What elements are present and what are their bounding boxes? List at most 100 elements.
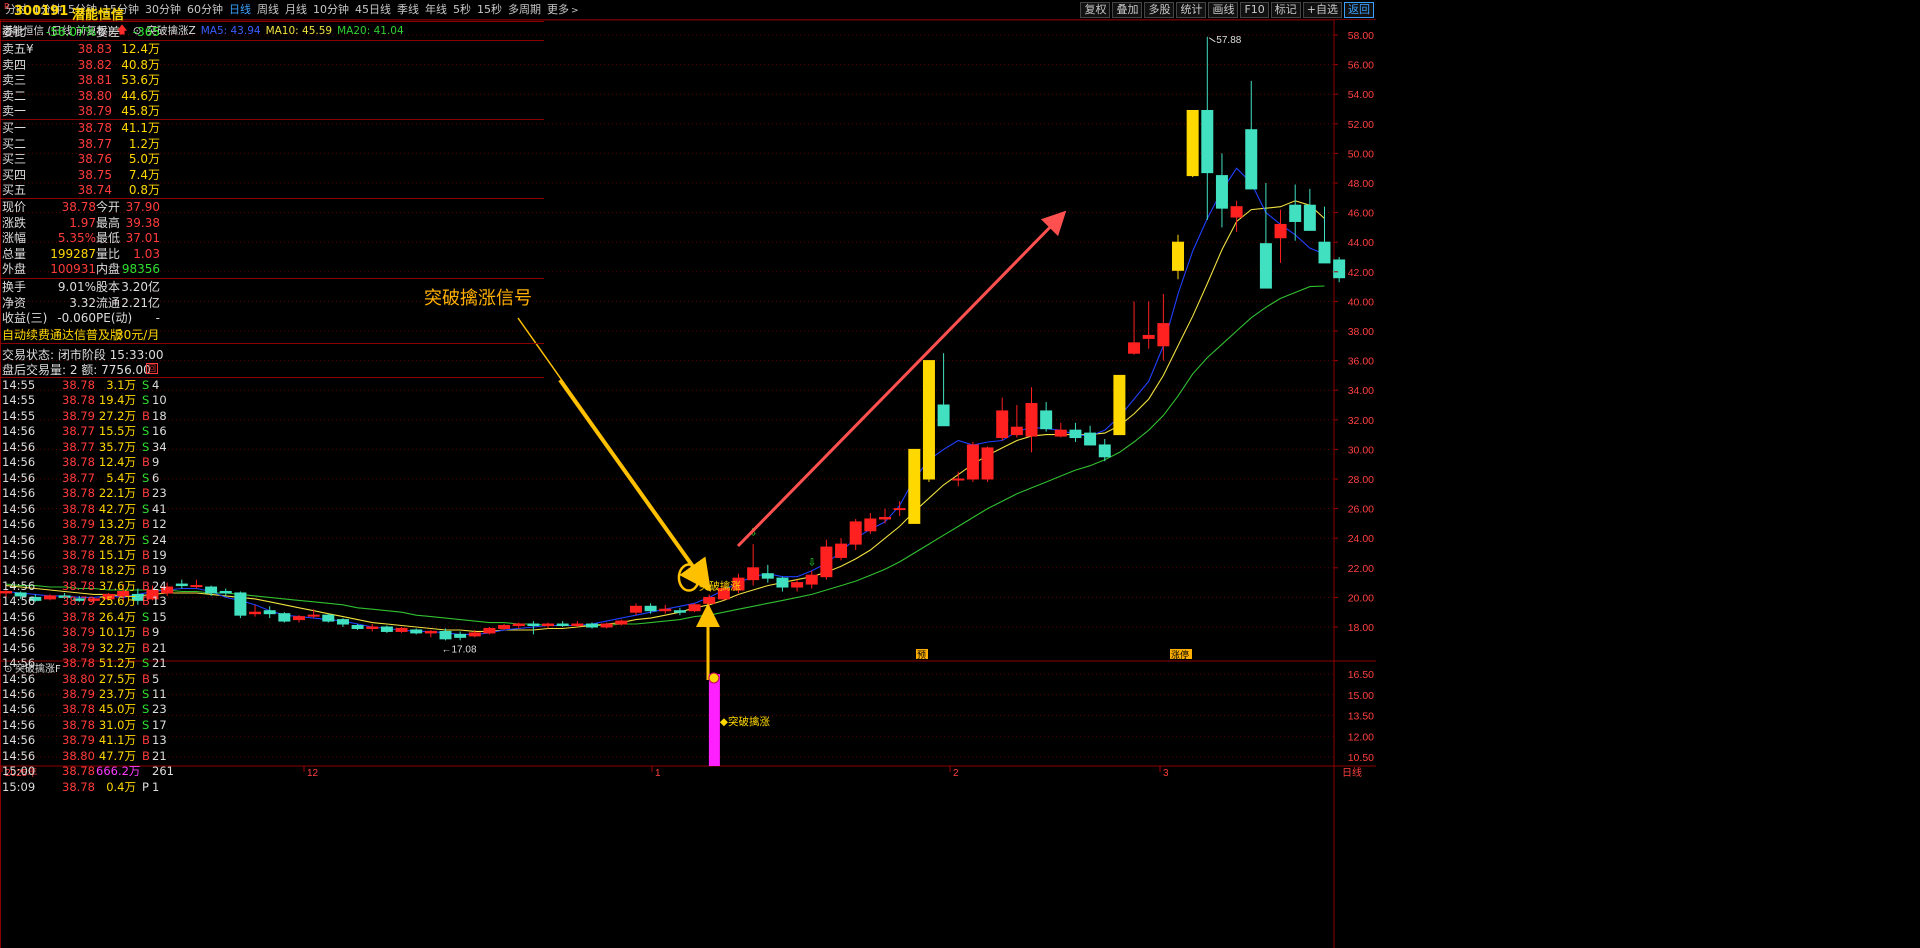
tick-time: 14:56 (2, 594, 36, 609)
ma5-line (5, 167, 1325, 635)
tick-price: 38.77 (62, 470, 95, 485)
tick-price: 38.78 (62, 717, 95, 732)
price-tick-label: 56.00 (1348, 60, 1374, 72)
tick-price: 38.78 (62, 563, 95, 578)
candle (703, 594, 716, 607)
tick-price: 38.80 (62, 671, 95, 686)
tick-price: 38.79 (62, 640, 95, 655)
quote-row: 涨跌 1.97 最高 39.38 (0, 215, 160, 231)
tick-row: 14:56 38.79 32.2万 B 21 (0, 640, 167, 656)
tick-count: 23 (152, 486, 167, 501)
tool-button[interactable]: 叠加 (1112, 2, 1143, 18)
candle (278, 612, 291, 623)
sub-tick-label: 12.00 (1348, 731, 1374, 743)
tool-button[interactable]: 返回 (1344, 2, 1374, 18)
ad-banner[interactable]: 自动续费通达信普及版 30元/月 (0, 327, 544, 344)
tick-row: 14:56 38.77 35.7万 S 34 (0, 439, 167, 455)
tick-count: 34 (152, 439, 167, 454)
tick-time: 15:00 (2, 764, 36, 779)
sub-tick-label: 16.50 (1348, 669, 1374, 681)
stock-header: R 300191 潜能恒信 (0, 0, 544, 23)
stock-name[interactable]: 潜能恒信 (72, 4, 124, 23)
tool-button[interactable]: 多股 (1144, 2, 1175, 18)
tick-count: 13 (152, 733, 167, 748)
candle (937, 353, 950, 427)
tick-count: 4 (152, 378, 160, 392)
price-tick-label: 30.00 (1348, 444, 1374, 456)
tick-time: 14:56 (2, 625, 36, 640)
candle (966, 442, 979, 482)
tick-time: 14:56 (2, 424, 36, 439)
tick-price: 38.79 (62, 625, 95, 640)
period-tab[interactable]: 更多 > (544, 2, 582, 19)
detail-icon[interactable]: 回 (146, 363, 158, 374)
candle (849, 518, 862, 551)
tick-row: 14:56 38.77 5.4万 S 6 (0, 471, 160, 486)
candle (1069, 422, 1082, 442)
tick-volume: 41.1万 (98, 733, 136, 748)
tool-button[interactable]: F10 (1240, 2, 1269, 18)
tick-volume: 26.4万 (98, 609, 136, 624)
candle (556, 621, 569, 627)
tick-count: 16 (152, 424, 167, 439)
tick-side: B (142, 517, 150, 532)
order-volume: 41.1万 (121, 121, 160, 135)
candle (1215, 153, 1228, 228)
tick-price: 38.79 (62, 517, 95, 532)
order-price: 38.74 (77, 183, 112, 198)
kline-chart[interactable]: 57.88←17.08⇩⇩突破擒涨预 涨停 58.0056.0054.0052.0… (0, 20, 1376, 948)
tick-count: 261 (152, 764, 174, 779)
tick-price: 38.79 (62, 408, 95, 423)
tick-count: 24 (152, 578, 167, 593)
quote-label-2: 最高 (96, 215, 121, 230)
tool-button[interactable]: 画线 (1208, 2, 1239, 18)
tick-price: 38.78 (62, 609, 95, 624)
tick-time: 14:56 (2, 439, 36, 454)
stock-code[interactable]: 300191 (14, 4, 68, 19)
tick-side: B (142, 733, 150, 748)
tick-side: S (142, 532, 150, 547)
tick-volume: 0.4万 (106, 779, 136, 794)
tick-side: B (142, 578, 150, 593)
candle (366, 624, 379, 632)
tick-row: 14:56 38.78 22.1万 B 23 (0, 486, 167, 501)
order-price: 38.80 (77, 88, 112, 103)
annotation-arrow (558, 378, 711, 592)
tool-button[interactable]: +自选 (1302, 2, 1342, 18)
tool-button[interactable]: 标记 (1270, 2, 1301, 18)
fund-row: 收益(三) -0.060 PE(动) - (0, 310, 160, 326)
signal-annotation-text: 突破擒涨信号 (424, 288, 532, 309)
ad-text[interactable]: 自动续费通达信普及版 (2, 328, 122, 342)
tick-row: 14:56 38.79 23.7万 S 11 (0, 687, 167, 702)
order-volume: 45.8万 (121, 104, 160, 119)
tick-side: B (142, 486, 150, 501)
tick-row: 14:56 38.78 15.1万 B 19 (0, 548, 167, 563)
ad-price[interactable]: 30元/月 (116, 327, 159, 344)
tick-time: 14:56 (2, 671, 36, 686)
price-tick-label: 32.00 (1348, 415, 1374, 427)
tick-price: 38.78 (62, 501, 95, 516)
quote-value: 38.78 (61, 200, 96, 214)
tick-time: 14:56 (2, 578, 36, 593)
date-label: 3 (1163, 768, 1169, 779)
tick-volume: 23.7万 (98, 687, 136, 701)
candle (322, 613, 335, 623)
tick-time: 15:09 (2, 779, 36, 794)
tick-volume: 22.1万 (98, 486, 136, 501)
sub-signal-label: ◆突破擒涨 (720, 715, 771, 728)
tick-price: 38.79 (62, 733, 95, 748)
tick-row: 14:55 38.78 19.4万 S 10 (0, 393, 167, 408)
price-tick-label: 54.00 (1348, 89, 1374, 101)
quote-label: 涨幅 (2, 231, 27, 246)
tick-count: 11 (152, 687, 167, 701)
buy-order-row: 买二 38.77 1.2万 (0, 136, 160, 152)
candle (424, 629, 437, 638)
candle (293, 615, 305, 623)
tool-button[interactable]: 统计 (1176, 2, 1207, 18)
tool-button[interactable]: 复权 (1080, 2, 1111, 18)
price-tick-label: 38.00 (1348, 326, 1374, 338)
candle (1186, 109, 1199, 178)
tick-side: S (142, 470, 150, 485)
order-volume: 5.0万 (128, 152, 160, 167)
order-label: 买一 (2, 121, 27, 135)
